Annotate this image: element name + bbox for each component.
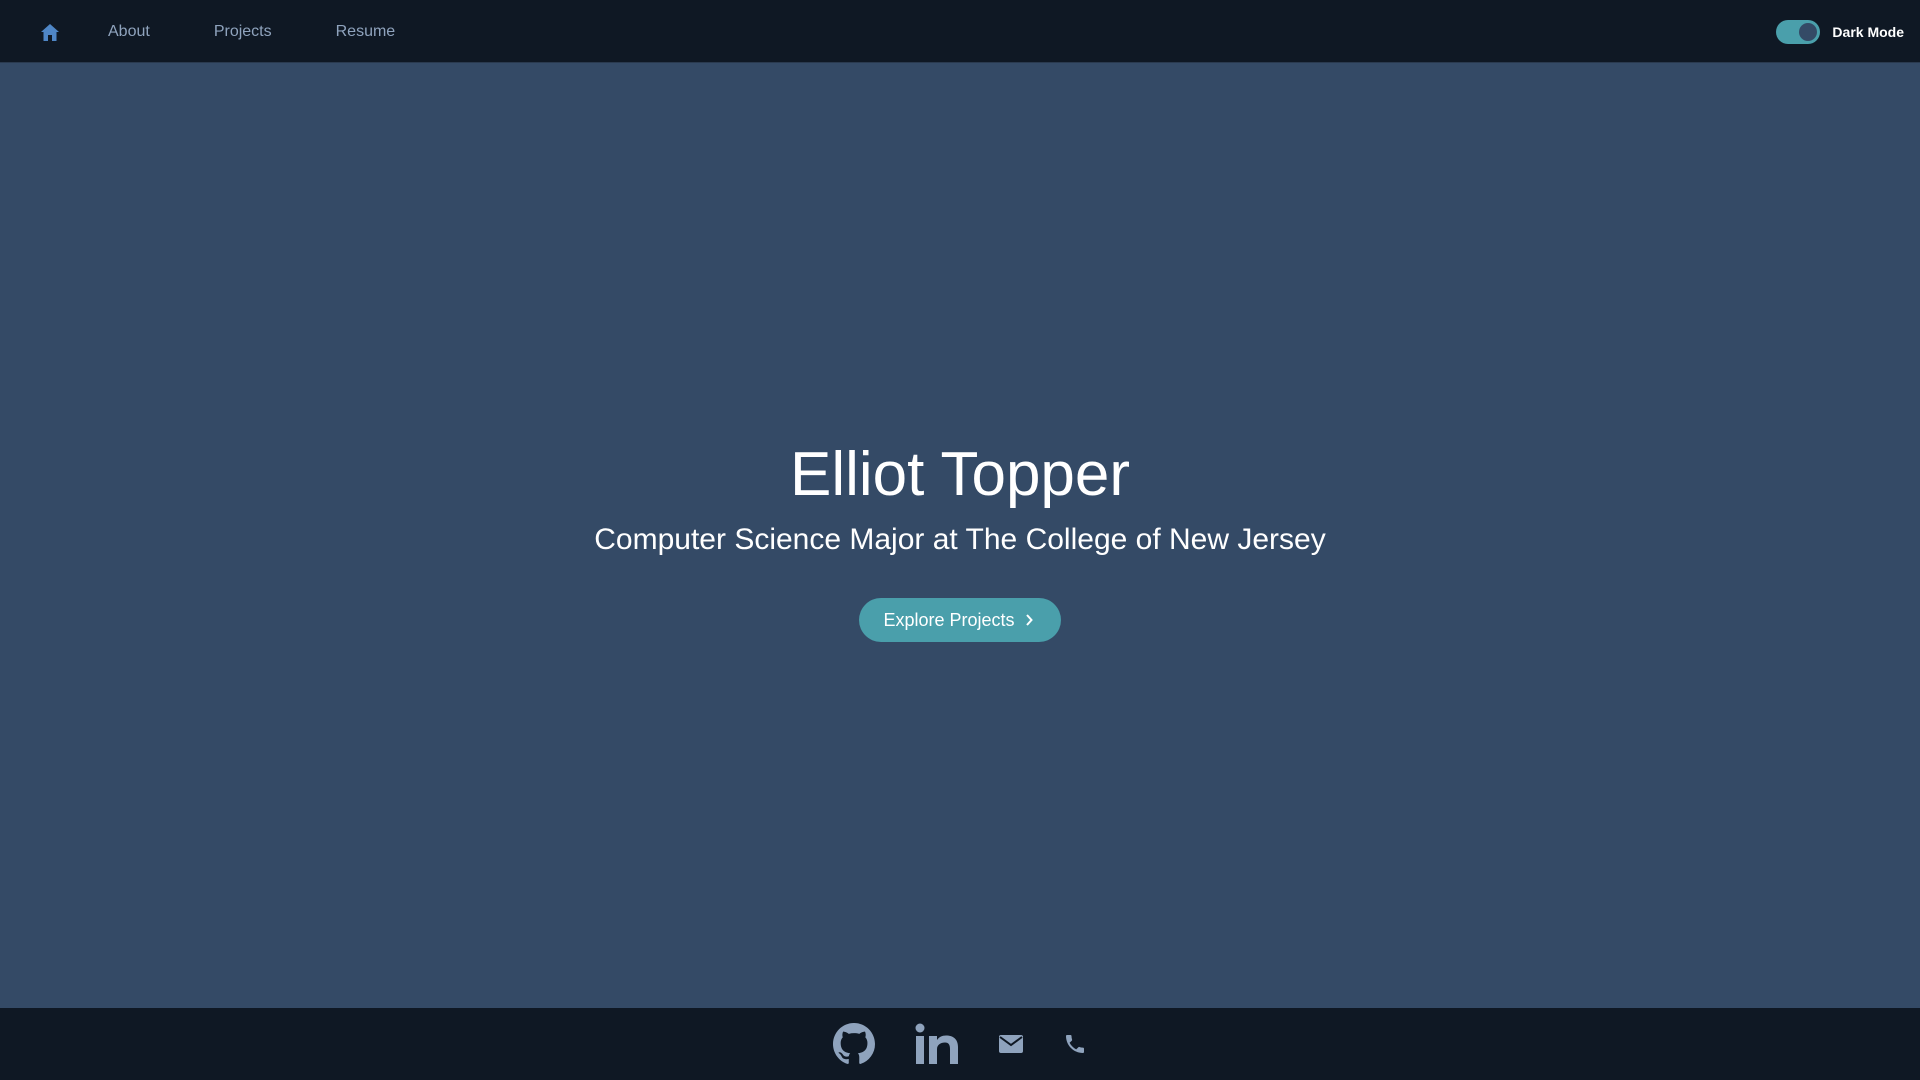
hero-section: Elliot Topper Computer Science Major at …	[0, 430, 1920, 642]
linkedin-icon	[915, 1023, 958, 1064]
linkedin-link[interactable]	[915, 1023, 959, 1065]
dark-mode-control: Dark Mode	[1776, 0, 1904, 63]
nav-links: About Projects Resume	[108, 0, 459, 63]
dark-mode-label: Dark Mode	[1832, 23, 1904, 40]
hero-subtitle: Computer Science Major at The College of…	[594, 523, 1326, 556]
explore-projects-label: Explore Projects	[883, 609, 1015, 630]
home-icon	[41, 23, 59, 41]
chevron-right-icon	[1025, 614, 1033, 626]
home-link[interactable]	[38, 20, 62, 44]
mail-icon	[999, 1035, 1023, 1053]
github-link[interactable]	[833, 1023, 875, 1065]
top-navbar: About Projects Resume Dark Mode	[0, 0, 1920, 63]
explore-projects-button[interactable]: Explore Projects	[859, 598, 1061, 642]
footer-social-bar	[0, 1008, 1920, 1080]
phone-icon	[1066, 1035, 1084, 1053]
nav-about-link[interactable]: About	[108, 23, 150, 41]
email-link[interactable]	[999, 1035, 1023, 1053]
toggle-knob	[1799, 22, 1818, 41]
hero-title: Elliot Topper	[789, 440, 1131, 509]
dark-mode-toggle[interactable]	[1776, 19, 1821, 44]
nav-resume-link[interactable]: Resume	[336, 23, 396, 41]
nav-projects-link[interactable]: Projects	[214, 23, 272, 41]
phone-link[interactable]	[1063, 1032, 1087, 1056]
github-icon	[833, 1023, 875, 1064]
